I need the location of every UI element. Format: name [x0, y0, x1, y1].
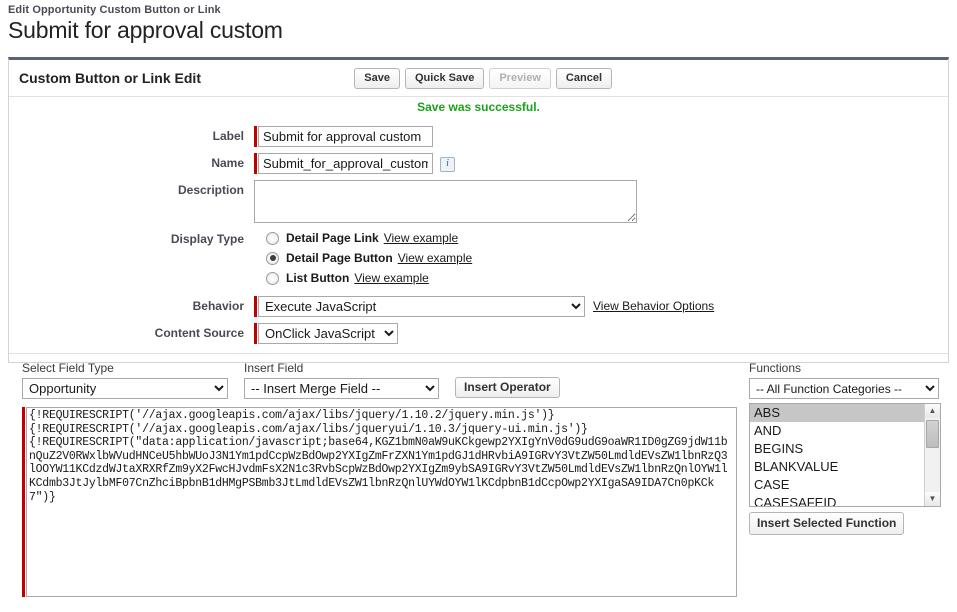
page-title: Submit for approval custom	[8, 17, 283, 43]
function-item[interactable]: BEGINS	[750, 440, 940, 458]
radio-button-icon[interactable]	[266, 251, 279, 265]
required-indicator	[254, 126, 257, 147]
field-type-select[interactable]: Opportunity	[22, 378, 228, 399]
label-input[interactable]	[258, 126, 433, 147]
insert-operator-button[interactable]: Insert Operator	[455, 377, 560, 398]
description-field-label: Description	[177, 183, 244, 197]
name-input[interactable]	[258, 153, 433, 174]
field-row-name: Name i	[9, 153, 948, 174]
code-text: {!REQUIRESCRIPT('//ajax.googleapis.com/a…	[29, 409, 728, 504]
code-editor-wrap: {!REQUIRESCRIPT('//ajax.googleapis.com/a…	[22, 407, 737, 597]
field-type-group: Select Field Type Opportunity	[22, 361, 228, 399]
formula-editor: Select Field Type Opportunity Insert Fie…	[8, 361, 949, 597]
content-source-label: Content Source	[154, 326, 244, 340]
functions-label: Functions	[749, 361, 802, 375]
scroll-down-arrow-icon[interactable]: ▼	[925, 492, 940, 506]
panel-title: Custom Button or Link Edit	[19, 70, 201, 86]
radio-list-button[interactable]: List Button View example	[266, 270, 472, 286]
description-field-value	[254, 180, 637, 223]
code-editor[interactable]: {!REQUIRESCRIPT('//ajax.googleapis.com/a…	[26, 407, 737, 597]
insert-selected-function-button[interactable]: Insert Selected Function	[749, 512, 905, 535]
radio-button-icon[interactable]	[266, 231, 279, 245]
cancel-button[interactable]: Cancel	[555, 67, 612, 89]
required-indicator	[22, 407, 25, 597]
view-behavior-options-link[interactable]: View Behavior Options	[593, 296, 714, 313]
label-field-value	[254, 126, 433, 147]
panel-action-buttons: Save Quick Save Preview Cancel	[354, 67, 942, 89]
functions-list[interactable]: ABS AND BEGINS BLANKVALUE CASE CASESAFEI…	[749, 403, 941, 507]
panel-header: Custom Button or Link Edit Save Quick Sa…	[9, 60, 948, 97]
name-field-label: Name	[211, 156, 244, 170]
content-source-value: OnClick JavaScript	[254, 323, 398, 344]
function-item[interactable]: AND	[750, 422, 940, 440]
function-item[interactable]: ABS	[750, 404, 940, 422]
display-type-options: Detail Page Link View example Detail Pag…	[254, 229, 472, 290]
functions-panel: Functions -- All Function Categories -- …	[749, 361, 941, 535]
insert-merge-field-select[interactable]: -- Insert Merge Field --	[244, 378, 439, 399]
display-type-label: Display Type	[170, 232, 244, 246]
radio-label: List Button	[286, 271, 350, 285]
save-button[interactable]: Save	[354, 67, 400, 89]
status-area: Save was successful.	[9, 97, 948, 120]
preview-button: Preview	[489, 67, 551, 89]
radio-label: Detail Page Link	[286, 231, 379, 245]
insert-field-group: Insert Field -- Insert Merge Field --	[244, 361, 439, 399]
behavior-label: Behavior	[192, 299, 244, 313]
function-item[interactable]: CASE	[750, 476, 940, 494]
scrollbar-thumb[interactable]	[926, 420, 939, 448]
custom-button-edit-panel: Custom Button or Link Edit Save Quick Sa…	[8, 57, 949, 363]
section-divider	[9, 353, 948, 354]
content-source-select[interactable]: OnClick JavaScript	[258, 323, 398, 344]
insert-operator-group: Insert Operator	[455, 377, 560, 399]
behavior-select[interactable]: Execute JavaScript	[258, 296, 585, 317]
field-row-display-type: Display Type Detail Page Link View examp…	[9, 229, 948, 290]
radio-detail-page-button[interactable]: Detail Page Button View example	[266, 250, 472, 266]
insert-field-label: Insert Field	[244, 361, 304, 375]
form-area: Label Name i Description	[9, 120, 948, 362]
label-field-label: Label	[212, 129, 244, 143]
screen-root: Edit Opportunity Custom Button or Link S…	[0, 0, 957, 612]
radio-button-icon[interactable]	[266, 271, 279, 285]
radio-detail-page-link[interactable]: Detail Page Link View example	[266, 230, 472, 246]
status-message: Save was successful.	[417, 100, 540, 114]
view-example-link[interactable]: View example	[354, 271, 428, 285]
radio-label: Detail Page Button	[286, 251, 393, 265]
field-row-behavior: Behavior Execute JavaScript View Behavio…	[9, 296, 948, 317]
quick-save-button[interactable]: Quick Save	[405, 67, 485, 89]
name-field-value: i	[254, 153, 455, 174]
view-example-link[interactable]: View example	[384, 231, 458, 245]
scroll-up-arrow-icon[interactable]: ▲	[925, 404, 940, 418]
functions-scrollbar[interactable]: ▲ ▼	[924, 404, 940, 506]
page-header: Edit Opportunity Custom Button or Link S…	[0, 0, 957, 44]
required-indicator	[254, 296, 257, 317]
function-item[interactable]: BLANKVALUE	[750, 458, 940, 476]
function-category-select[interactable]: -- All Function Categories --	[749, 378, 939, 399]
field-row-description: Description	[9, 180, 948, 223]
function-item[interactable]: CASESAFEID	[750, 494, 940, 506]
select-field-type-label: Select Field Type	[22, 361, 114, 375]
info-icon[interactable]: i	[440, 157, 455, 172]
required-indicator	[254, 323, 257, 344]
required-indicator	[254, 153, 257, 174]
behavior-value: Execute JavaScript View Behavior Options	[254, 296, 714, 317]
field-row-content-source: Content Source OnClick JavaScript	[9, 323, 948, 344]
field-row-label: Label	[9, 126, 948, 147]
description-textarea[interactable]	[254, 180, 637, 223]
view-example-link[interactable]: View example	[398, 251, 472, 265]
breadcrumb: Edit Opportunity Custom Button or Link	[8, 4, 221, 16]
